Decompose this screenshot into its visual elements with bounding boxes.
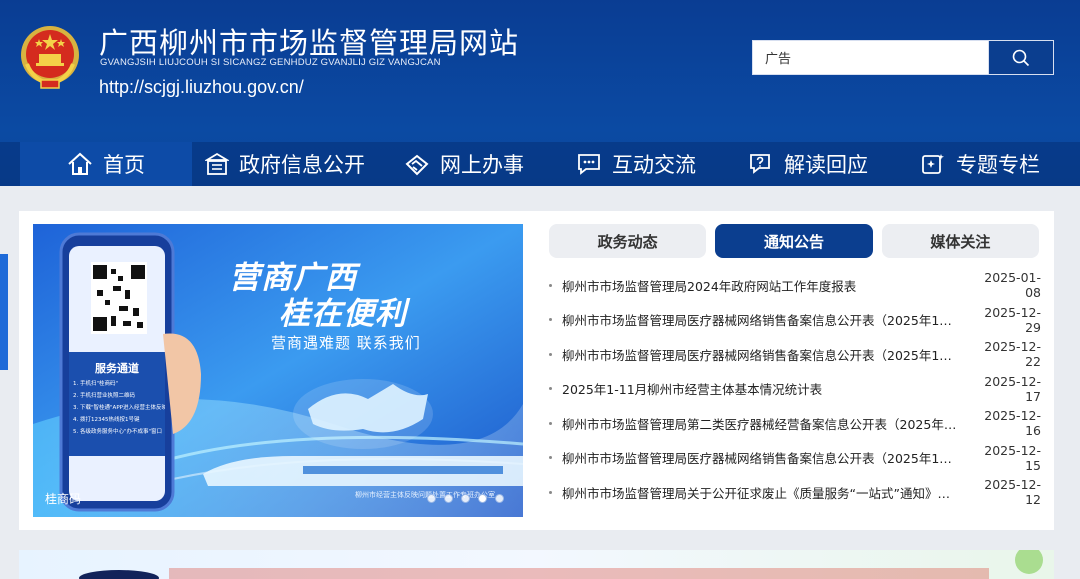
side-accent-bar bbox=[0, 254, 8, 370]
news-title: 柳州市市场监督管理局医疗器械网络销售备案信息公开表（2025年12月22日） bbox=[562, 347, 971, 363]
nav-label: 解读回应 bbox=[784, 153, 868, 177]
building-icon bbox=[205, 152, 229, 175]
handshake-icon bbox=[405, 154, 429, 176]
chat-icon bbox=[578, 154, 600, 175]
search-button[interactable] bbox=[988, 41, 1053, 74]
nav-item-interaction[interactable]: 互动交流 bbox=[550, 142, 722, 186]
carousel-dot[interactable] bbox=[444, 494, 453, 503]
qa-icon bbox=[750, 154, 770, 174]
bullet-icon bbox=[549, 456, 552, 460]
nav-label: 网上办事 bbox=[440, 153, 524, 177]
news-title: 柳州市市场监督管理局第二类医疗器械经营备案信息公开表（2025年12月16日） bbox=[562, 416, 971, 432]
news-date: 2025-12-15 bbox=[984, 442, 1041, 473]
banner-caption: 桂商码 bbox=[45, 492, 82, 506]
news-item[interactable]: 柳州市市场监督管理局医疗器械网络销售备案信息公开表（2025年12月22日） 20… bbox=[549, 337, 1041, 372]
banner-carousel[interactable]: 营商广西 桂在便利 营商遇难题 联系我们 服务通道 1. 手机扫"桂商码" 2.… bbox=[33, 224, 523, 517]
tab-notices[interactable]: 通知公告 bbox=[715, 224, 873, 258]
news-list: 柳州市市场监督管理局2024年政府网站工作年度报表 2025-01-08 柳州市市… bbox=[549, 268, 1041, 510]
site-url[interactable]: http://scjgj.liuzhou.gov.cn/ bbox=[99, 77, 304, 98]
news-title: 柳州市市场监督管理局医疗器械网络销售备案信息公开表（2025年12月15日） bbox=[562, 451, 971, 467]
site-subtitle: GVANGJSIH LIUJCOUH SI SICANGZ GENHDUZ GV… bbox=[100, 57, 441, 68]
search-input[interactable] bbox=[753, 41, 988, 74]
news-item[interactable]: 2025年1-11月柳州市经营主体基本情况统计表 2025-12-17 bbox=[549, 372, 1041, 407]
national-emblem-icon bbox=[21, 26, 79, 89]
news-title: 柳州市市场监督管理局关于公开征求废止《质量服务“一站式”通知》的意见 bbox=[562, 485, 971, 501]
carousel-dot[interactable] bbox=[427, 494, 436, 503]
phone-service-title: 服务通道 bbox=[95, 362, 139, 375]
news-title: 柳州市市场监督管理局医疗器械网络销售备案信息公开表（2025年12月29日） bbox=[562, 313, 971, 329]
nav-item-interpretation[interactable]: 解读回应 bbox=[722, 142, 894, 186]
banner-slogan: 营商遇难题 联系我们 bbox=[271, 334, 421, 352]
phone-step: 5. 各级政务服务中心"办不成事"窗口 bbox=[73, 429, 163, 435]
nav-label: 专题专栏 bbox=[956, 153, 1040, 177]
promo-banner-strip[interactable] bbox=[19, 550, 1054, 579]
news-date: 2025-12-17 bbox=[984, 373, 1041, 404]
site-header: 广西柳州市市场监督管理局网站 GVANGJSIH LIUJCOUH SI SIC… bbox=[0, 0, 1080, 186]
bullet-icon bbox=[549, 352, 552, 356]
carousel-dot[interactable] bbox=[495, 494, 504, 503]
carousel-dot-active[interactable] bbox=[478, 494, 487, 503]
bullet-icon bbox=[549, 490, 552, 494]
promo-banner-image bbox=[79, 550, 1043, 579]
nav-item-gov-info[interactable]: 政府信息公开 bbox=[192, 142, 378, 186]
nav-label: 互动交流 bbox=[612, 153, 696, 177]
search-box bbox=[752, 40, 1054, 75]
news-item[interactable]: 柳州市市场监督管理局医疗器械网络销售备案信息公开表（2025年12月15日） 20… bbox=[549, 441, 1041, 476]
carousel-dot[interactable] bbox=[461, 494, 470, 503]
phone-step: 1. 手机扫"桂商码" bbox=[73, 381, 119, 387]
sparkle-doc-icon bbox=[922, 154, 944, 174]
bullet-icon bbox=[549, 421, 552, 425]
nav-label: 政府信息公开 bbox=[239, 153, 365, 177]
banner-headline-2: 桂在便利 bbox=[279, 296, 407, 332]
news-date: 2025-12-16 bbox=[984, 408, 1041, 439]
tab-media-attention[interactable]: 媒体关注 bbox=[881, 224, 1039, 258]
main-nav: 首页 政府信息公开 网上办事 互动交流 解读回应 专题专栏 bbox=[0, 142, 1080, 186]
news-title: 2025年1-11月柳州市经营主体基本情况统计表 bbox=[562, 382, 823, 398]
nav-item-home[interactable]: 首页 bbox=[20, 142, 192, 186]
news-date: 2025-12-22 bbox=[984, 339, 1041, 370]
news-item[interactable]: 柳州市市场监督管理局关于公开征求废止《质量服务“一站式”通知》的意见 2025-1… bbox=[549, 475, 1041, 510]
bullet-icon bbox=[549, 318, 552, 322]
carousel-dots bbox=[427, 494, 504, 503]
home-icon bbox=[68, 152, 92, 175]
phone-step: 2. 手机扫营业执照二维码 bbox=[73, 393, 135, 399]
phone-step: 4. 拨打12345热线按1号键 bbox=[73, 417, 140, 423]
nav-label: 首页 bbox=[103, 153, 145, 177]
search-icon bbox=[1012, 49, 1030, 66]
news-date: 2025-12-12 bbox=[984, 477, 1041, 508]
tab-government-news[interactable]: 政务动态 bbox=[549, 224, 707, 258]
news-date: 2025-01-08 bbox=[984, 270, 1041, 301]
bullet-icon bbox=[549, 283, 552, 287]
news-item[interactable]: 柳州市市场监督管理局2024年政府网站工作年度报表 2025-01-08 bbox=[549, 268, 1041, 303]
news-item[interactable]: 柳州市市场监督管理局医疗器械网络销售备案信息公开表（2025年12月29日） 20… bbox=[549, 303, 1041, 338]
news-title: 柳州市市场监督管理局2024年政府网站工作年度报表 bbox=[562, 278, 857, 294]
phone-steps: 1. 手机扫"桂商码" 2. 手机扫营业执照二维码 3. 下载"智桂通"APP进… bbox=[73, 378, 165, 438]
news-item[interactable]: 柳州市市场监督管理局第二类医疗器械经营备案信息公开表（2025年12月16日） 2… bbox=[549, 406, 1041, 441]
phone-step: 3. 下载"智桂通"APP进入经营主体反映问题专区 bbox=[73, 405, 165, 411]
bullet-icon bbox=[549, 387, 552, 391]
news-date: 2025-12-29 bbox=[984, 304, 1041, 335]
nav-item-online-service[interactable]: 网上办事 bbox=[378, 142, 550, 186]
nav-item-special-topics[interactable]: 专题专栏 bbox=[894, 142, 1066, 186]
news-tabs: 政务动态 通知公告 媒体关注 bbox=[549, 224, 1039, 258]
site-title: 广西柳州市市场监督管理局网站 bbox=[99, 26, 520, 60]
